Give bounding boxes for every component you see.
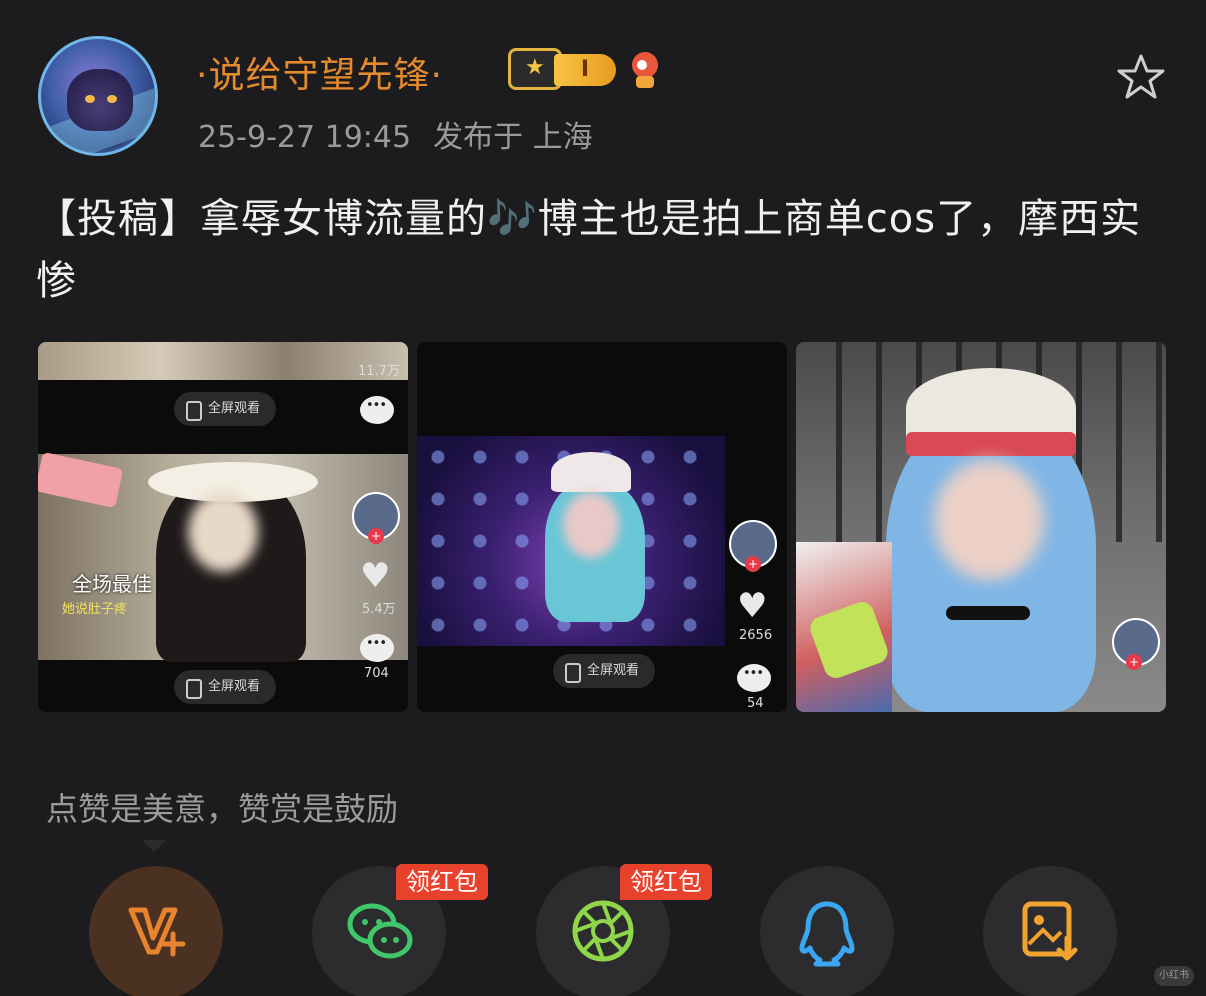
qq-share-button[interactable] <box>760 866 894 996</box>
fullscreen-button[interactable]: 全屏观看 <box>553 654 656 688</box>
comment-icon[interactable] <box>360 396 394 424</box>
like-count: 2656 <box>739 628 773 643</box>
mascot-icon[interactable] <box>628 50 662 90</box>
vip-plus-button[interactable] <box>89 866 223 996</box>
video-top-strip <box>38 342 408 380</box>
like-count: 5.4万 <box>362 602 396 617</box>
wechat-icon <box>347 903 413 959</box>
blurred-face <box>563 492 619 558</box>
fullscreen-button[interactable]: 全屏观看 <box>174 670 277 704</box>
avatar-eye <box>85 95 95 103</box>
save-image-button[interactable] <box>983 866 1117 996</box>
red-packet-tag[interactable]: 领红包 <box>620 864 712 900</box>
view-count: 11.7万 <box>358 364 400 379</box>
video-caption-big: 全场最佳 <box>72 572 152 596</box>
person-cap <box>551 452 631 492</box>
choker <box>946 606 1030 620</box>
author-avatar[interactable] <box>38 36 158 156</box>
comment-icon[interactable] <box>737 664 771 692</box>
post-text: 【投稿】拿辱女博流量的🎶博主也是拍上商单cos了，摩西实惨 <box>36 196 1142 304</box>
favorite-star-button[interactable] <box>1116 52 1166 102</box>
vip-plus-icon <box>128 907 186 957</box>
reward-note: 点赞是美意，赞赏是鼓励 <box>46 790 399 828</box>
level-badge: I <box>554 54 616 86</box>
blurred-face <box>188 492 258 572</box>
like-heart-icon[interactable]: ♥ <box>360 556 390 596</box>
author-name[interactable]: ·说给守望先锋· <box>196 46 443 98</box>
follow-plus-icon[interactable]: + <box>745 556 761 572</box>
media-video-1[interactable]: 11.7万 全屏观看 全场最佳 她说肚子疼 + ♥ 5.4万 704 全屏观看 <box>38 342 408 712</box>
red-packet-tag[interactable]: 领红包 <box>396 864 488 900</box>
follow-plus-icon[interactable]: + <box>1126 654 1142 670</box>
comment-count: 54 <box>747 696 764 711</box>
like-heart-icon[interactable]: ♥ <box>737 586 767 626</box>
video-caption-small: 她说肚子疼 <box>62 602 128 617</box>
post-date: 25-9-27 19:45 <box>198 120 412 155</box>
follow-plus-icon[interactable]: + <box>368 528 384 544</box>
blurred-face <box>934 460 1044 580</box>
qq-icon <box>799 901 855 967</box>
post-meta: 25-9-27 19:45 发布于 上海 <box>198 112 615 156</box>
pointer-tip <box>142 840 166 852</box>
fullscreen-button[interactable]: 全屏观看 <box>174 392 277 426</box>
avatar-eye <box>107 95 117 103</box>
post-location: 发布于 上海 <box>433 120 593 155</box>
crown-badge-icon[interactable]: I <box>508 48 616 90</box>
cap-band <box>906 432 1076 456</box>
media-video-2[interactable]: + ♥ 2656 全屏观看 54 <box>417 342 787 712</box>
media-image-3[interactable]: + <box>796 342 1166 712</box>
save-image-icon <box>1022 901 1078 961</box>
comment-count: 704 <box>364 666 389 681</box>
comment-icon[interactable] <box>360 634 394 662</box>
star-icon <box>1117 54 1165 99</box>
watermark: 小红书 <box>1154 966 1194 986</box>
avatar-face <box>67 69 133 131</box>
moments-icon <box>572 900 634 962</box>
